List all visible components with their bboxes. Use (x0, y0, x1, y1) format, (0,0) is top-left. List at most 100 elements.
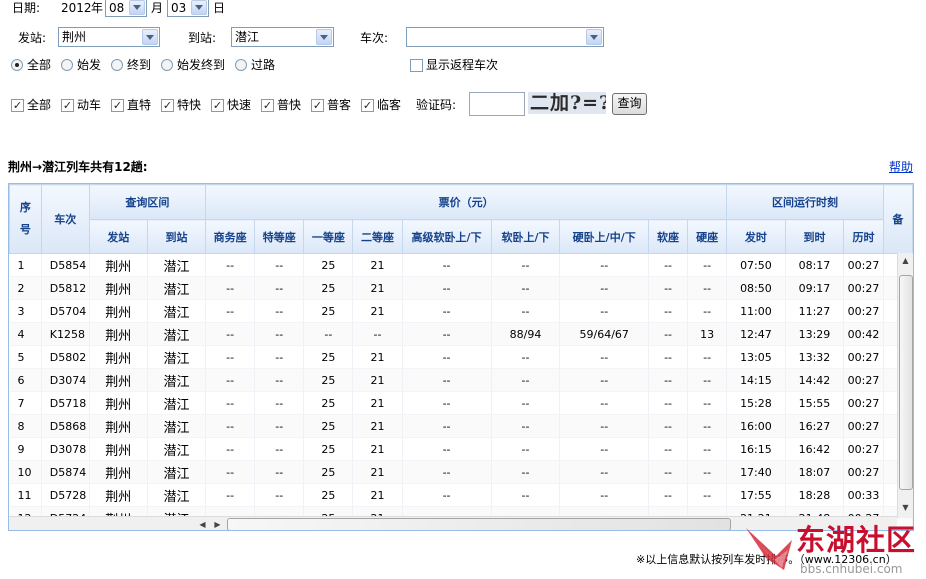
cell-duration: 00:27 (843, 253, 884, 277)
table-row[interactable]: 2 D5812 荆州 潜江 -- -- 25 21 -- -- -- -- -- 08:50 09:17 00… (9, 276, 913, 300)
cell-seq: 10 (9, 460, 42, 484)
checkbox-checked[interactable]: ✓ (211, 98, 224, 112)
radio-all[interactable]: 全部 (11, 58, 51, 72)
scroll-right-icon[interactable]: ▶ (210, 517, 225, 530)
radio-button[interactable] (111, 59, 123, 71)
chevron-down-icon (316, 29, 332, 45)
radio-origin-terminal[interactable]: 始发终到 (161, 58, 225, 72)
col-header-arrive-station[interactable]: 到站 (146, 219, 207, 254)
table-row[interactable]: 8 D5868 荆州 潜江 -- -- 25 21 -- -- -- -- -- 16:00 16:27 00… (9, 414, 913, 438)
cell-deluxe-sleeper: -- (402, 299, 492, 323)
cell-deluxe-sleeper: -- (402, 345, 492, 369)
cell-hard-seat: -- (687, 460, 728, 484)
cell-duration: 00:27 (843, 437, 884, 461)
checkbox[interactable] (410, 58, 423, 72)
checkbox-checked[interactable]: ✓ (361, 98, 374, 112)
train-type-express[interactable]: ✓ 特快 (161, 98, 201, 112)
cell-hard-seat: -- (687, 276, 728, 300)
cell-first-class: 25 (303, 253, 354, 277)
cell-seq: 4 (9, 322, 42, 346)
cell-depart-station: 荆州 (89, 276, 148, 300)
col-header-duration[interactable]: 历时 (843, 219, 884, 254)
vertical-scroll-thumb[interactable] (899, 275, 913, 490)
train-type-direct-express[interactable]: ✓ 直特 (111, 98, 151, 112)
cell-deluxe-sleeper: -- (402, 414, 492, 438)
checkbox-checked[interactable]: ✓ (161, 98, 174, 112)
train-type-fast[interactable]: ✓ 快速 (211, 98, 251, 112)
to-station-select[interactable]: 潜江 (231, 27, 334, 47)
cell-seq: 3 (9, 299, 42, 323)
show-return-checkbox[interactable]: 显示返程车次 (410, 58, 498, 72)
train-number-select[interactable] (406, 27, 604, 47)
captcha-image[interactable]: 二加?=? (528, 92, 606, 114)
cell-premium: -- (254, 276, 305, 300)
cell-train-number: D5812 (41, 276, 90, 300)
table-row[interactable]: 7 D5718 荆州 潜江 -- -- 25 21 -- -- -- -- -- 15:28 15:55 00… (9, 391, 913, 415)
cell-business: -- (205, 253, 256, 277)
radio-button[interactable] (61, 59, 73, 71)
radio-button[interactable] (11, 59, 23, 71)
cell-soft-sleeper: -- (491, 437, 561, 461)
cell-depart-time: 13:05 (726, 345, 786, 369)
cell-soft-seat: -- (648, 276, 689, 300)
col-header-hard-seat[interactable]: 硬座 (687, 219, 728, 254)
radio-button[interactable] (235, 59, 247, 71)
table-row[interactable]: 10 D5874 荆州 潜江 -- -- 25 21 -- -- -- -- -- 17:40 18:07 0… (9, 460, 913, 484)
from-station-select[interactable]: 荆州 (58, 27, 160, 47)
col-header-soft-sleeper[interactable]: 软卧上/下 (490, 219, 561, 254)
table-row[interactable]: 9 D3078 荆州 潜江 -- -- 25 21 -- -- -- -- -- 16:15 16:42 00… (9, 437, 913, 461)
captcha-input[interactable] (469, 92, 525, 116)
col-header-hard-sleeper[interactable]: 硬卧上/中/下 (559, 219, 649, 254)
table-body: 1 D5854 荆州 潜江 -- -- 25 21 -- -- -- -- -- 07:50 08:17 00… (9, 253, 913, 530)
col-header-arrive-time[interactable]: 到时 (784, 219, 845, 254)
cell-hard-sleeper: -- (559, 299, 649, 323)
col-header-depart-station[interactable]: 发站 (88, 219, 148, 254)
col-header-first-class[interactable]: 一等座 (303, 219, 354, 254)
cell-depart-station: 荆州 (89, 437, 148, 461)
checkbox-checked[interactable]: ✓ (311, 98, 324, 112)
radio-origin[interactable]: 始发 (61, 58, 101, 72)
train-type-emu[interactable]: ✓ 动车 (61, 98, 101, 112)
table-row[interactable]: 6 D3074 荆州 潜江 -- -- 25 21 -- -- -- -- -- 14:15 14:42 00… (9, 368, 913, 392)
checkbox-checked[interactable]: ✓ (61, 98, 74, 112)
train-type-ordinary-fast[interactable]: ✓ 普快 (261, 98, 301, 112)
col-header-soft-seat[interactable]: 软座 (647, 219, 689, 254)
query-button[interactable]: 查询 (612, 93, 647, 115)
col-header-premium[interactable]: 特等座 (254, 219, 305, 254)
cell-soft-sleeper: -- (491, 253, 561, 277)
scroll-up-icon[interactable]: ▲ (898, 253, 913, 268)
table-row[interactable]: 5 D5802 荆州 潜江 -- -- 25 21 -- -- -- -- -- 13:05 13:32 00… (9, 345, 913, 369)
cell-hard-sleeper: -- (559, 437, 649, 461)
train-type-temporary[interactable]: ✓ 临客 (361, 98, 401, 112)
result-arrow: → (32, 160, 43, 174)
chevron-down-icon (142, 29, 158, 45)
col-header-second-class[interactable]: 二等座 (352, 219, 403, 254)
table-row[interactable]: 11 D5728 荆州 潜江 -- -- 25 21 -- -- -- -- -- 17:55 18:28 0… (9, 483, 913, 507)
chevron-down-icon (129, 0, 145, 15)
col-header-deluxe-sleeper[interactable]: 高级软卧上/下 (401, 219, 492, 254)
scroll-down-icon[interactable]: ▼ (898, 500, 913, 515)
train-type-all[interactable]: ✓ 全部 (11, 98, 51, 112)
checkbox-checked[interactable]: ✓ (111, 98, 124, 112)
scroll-left-icon[interactable]: ◀ (195, 517, 210, 530)
day-select[interactable]: 03 (167, 0, 209, 17)
col-header-depart-time[interactable]: 发时 (726, 219, 786, 254)
table-row[interactable]: 1 D5854 荆州 潜江 -- -- 25 21 -- -- -- -- -- 07:50 08:17 00… (9, 253, 913, 277)
checkbox-label: 临客 (377, 98, 402, 112)
cell-business: -- (205, 460, 256, 484)
table-row[interactable]: 3 D5704 荆州 潜江 -- -- 25 21 -- -- -- -- -- 11:00 11:27 00… (9, 299, 913, 323)
train-type-ordinary[interactable]: ✓ 普客 (311, 98, 351, 112)
checkbox-checked[interactable]: ✓ (11, 98, 24, 112)
radio-passing[interactable]: 过路 (235, 58, 275, 72)
month-select[interactable]: 08 (105, 0, 147, 17)
col-header-business[interactable]: 商务座 (205, 219, 256, 254)
vertical-scrollbar[interactable]: ▲ ▼ (897, 253, 913, 518)
checkbox-checked[interactable]: ✓ (261, 98, 274, 112)
help-link[interactable]: 帮助 (889, 160, 913, 174)
horizontal-scroll-thumb[interactable] (227, 518, 731, 530)
radio-terminal[interactable]: 终到 (111, 58, 151, 72)
radio-button[interactable] (161, 59, 173, 71)
cell-hard-seat: -- (687, 345, 728, 369)
table-row[interactable]: 4 K1258 荆州 潜江 -- -- -- -- -- 88/94 59/64/67 -- 13 12:… (9, 322, 913, 346)
cell-hard-seat: -- (687, 253, 728, 277)
